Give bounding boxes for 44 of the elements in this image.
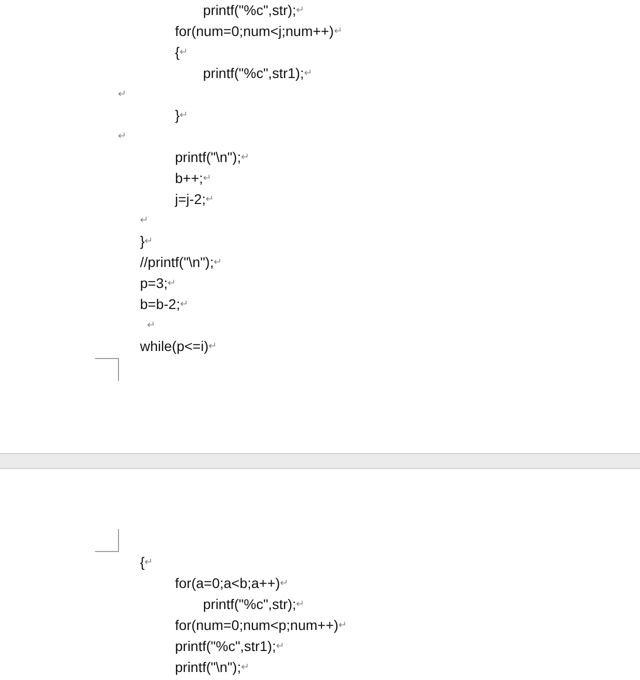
paragraph-mark: ↵ <box>140 214 148 228</box>
paragraph-mark: ↵ <box>118 130 126 144</box>
paragraph-mark: ↵ <box>206 193 214 207</box>
paragraph-mark: ↵ <box>296 598 304 612</box>
paragraph-mark: ↵ <box>180 109 188 123</box>
code-line: { <box>175 43 180 62</box>
code-line: for(num=0;num<p;num++) <box>175 616 338 635</box>
code-line: printf("\n"); <box>175 148 241 167</box>
code-line: printf("%c",str1); <box>203 64 304 83</box>
paragraph-mark: ↵ <box>144 556 153 570</box>
paragraph-mark: ↵ <box>276 640 284 654</box>
paragraph-mark: ↵ <box>147 319 155 333</box>
code-line: for(a=0;a<b;a++) <box>175 574 280 593</box>
code-line: //printf("\n"); <box>140 253 214 272</box>
paragraph-mark: ↵ <box>338 619 346 633</box>
code-line: printf("%c",str); <box>203 1 296 20</box>
code-line: b++; <box>175 169 204 188</box>
code-line: printf("\n"); <box>175 658 241 677</box>
paragraph-mark: ↵ <box>240 151 249 165</box>
paragraph-mark: ↵ <box>144 235 153 249</box>
margin-corner-mark <box>95 529 119 552</box>
code-line: } <box>140 232 145 251</box>
margin-corner-mark <box>95 358 119 381</box>
paragraph-mark: ↵ <box>334 25 342 39</box>
code-line: printf("%c",str); <box>203 595 296 614</box>
code-line: j=j-2; <box>175 190 206 209</box>
paragraph-mark: ↵ <box>240 661 249 675</box>
paragraph-mark: ↵ <box>118 88 126 102</box>
paragraph-mark: ↵ <box>208 340 216 354</box>
paragraph-mark: ↵ <box>296 4 304 18</box>
paragraph-mark: ↵ <box>304 67 312 81</box>
code-line: printf("%c",str1); <box>175 637 276 656</box>
paragraph-mark: ↵ <box>214 256 222 270</box>
code-line: for(num=0;num<j;num++) <box>175 22 334 41</box>
code-line: p=3; <box>140 274 168 293</box>
paragraph-mark: ↵ <box>180 298 188 312</box>
code-line: } <box>175 106 180 125</box>
paragraph-mark: ↵ <box>168 277 176 291</box>
paragraph-mark: ↵ <box>203 172 212 186</box>
code-line: while(p<=i) <box>140 337 208 356</box>
paragraph-mark: ↵ <box>280 577 288 591</box>
paragraph-mark: ↵ <box>180 46 188 60</box>
code-line: { <box>140 553 145 572</box>
code-line: b=b-2; <box>140 295 180 314</box>
